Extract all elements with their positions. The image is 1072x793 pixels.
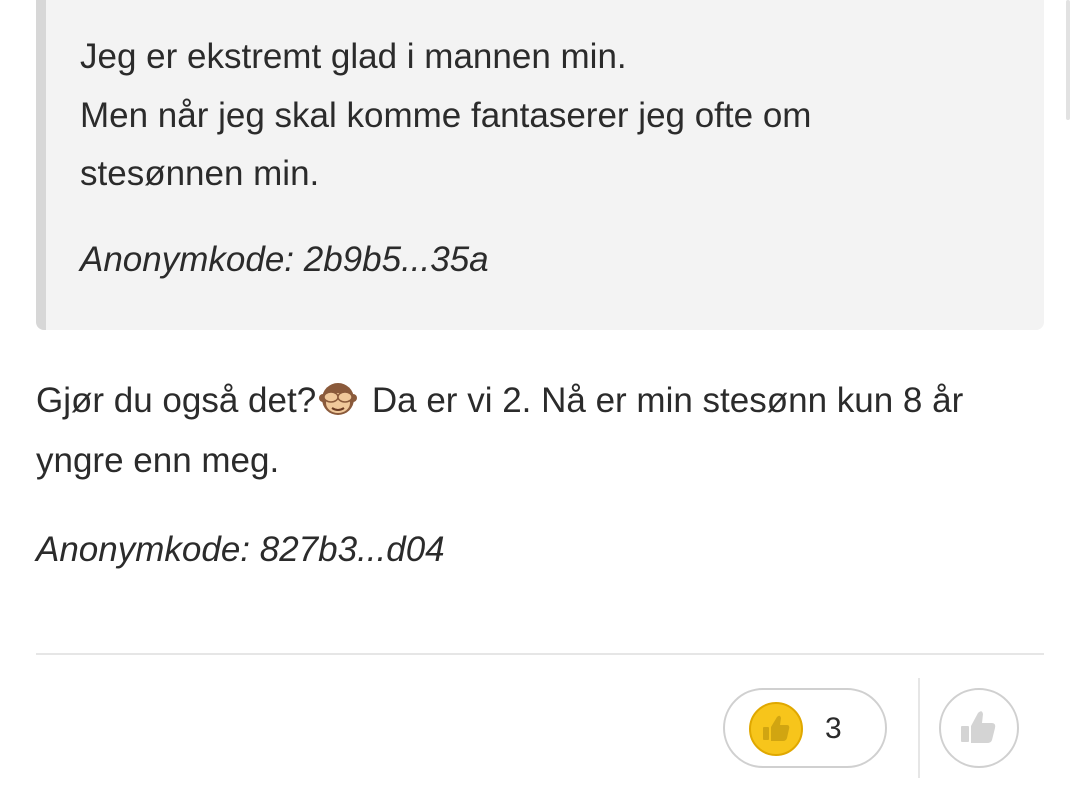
reply-text-line: yngre enn meg. — [36, 441, 280, 480]
divider — [36, 653, 1044, 655]
quoted-post: Jeg er ekstremt glad i mannen min. Men n… — [36, 0, 1044, 330]
like-count: 3 — [825, 712, 842, 745]
thumbs-up-icon — [749, 702, 803, 756]
quote-anon-code: Anonymkode: 2b9b5...35a — [80, 240, 489, 279]
reply-text-line: Gjør du også det? Da er vi 2. Nå er min … — [36, 378, 963, 421]
reply-text: Gjør du også det? — [36, 381, 317, 420]
see-no-evil-monkey-icon — [318, 378, 358, 418]
quote-line: Men når jeg skal komme fantaserer jeg of… — [80, 96, 812, 135]
reply-text: Da er vi 2. Nå er min stesønn kun 8 år — [362, 381, 964, 420]
scrollbar[interactable] — [1066, 0, 1070, 120]
add-reaction-button[interactable] — [939, 688, 1019, 768]
quote-line: stesønnen min. — [80, 154, 320, 193]
forum-post: Jeg er ekstremt glad i mannen min. Men n… — [0, 0, 1072, 793]
like-reaction-button[interactable]: 3 — [723, 688, 887, 768]
reply-anon-code: Anonymkode: 827b3...d04 — [36, 530, 445, 569]
quote-line: Jeg er ekstremt glad i mannen min. — [80, 37, 627, 76]
thumbs-up-outline-icon — [961, 711, 996, 743]
separator — [918, 678, 920, 778]
